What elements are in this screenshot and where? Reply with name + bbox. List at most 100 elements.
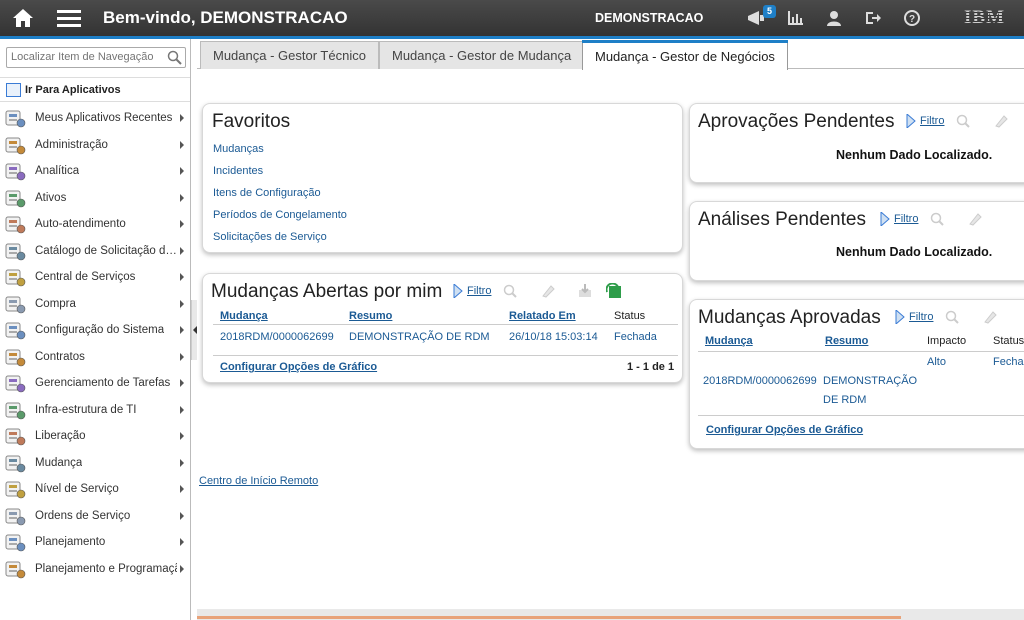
nav-search-input[interactable] [11,51,161,63]
sidebar-item-11[interactable]: Infra-estrutura de TI [0,397,190,424]
sidebar-item-4[interactable]: Auto-atendimento [0,211,190,238]
pending-reviews-filter-link[interactable]: Filtro [894,213,918,225]
sidebar-item-12[interactable]: Liberação [0,423,190,450]
row-impact[interactable]: Alto [927,356,946,368]
chevron-right-icon [180,485,184,493]
filter-arrow-icon [895,310,905,324]
fav-link-mudancas[interactable]: Mudanças [213,143,264,155]
search-icon[interactable] [954,112,972,130]
pending-approvals-card: Aprovações Pendentes Filtro Nenhum Dado … [689,103,1024,183]
fav-link-incidentes[interactable]: Incidentes [213,165,263,177]
tab-gestor-de-mudanca[interactable]: Mudança - Gestor de Mudança [379,41,585,69]
col-head-mudanca[interactable]: Mudança [220,310,268,322]
clear-filter-icon[interactable] [539,282,557,300]
sidebar-item-label: Central de Serviços [35,271,136,284]
row-change-id[interactable]: 2018RDM/0000062699 [220,331,334,343]
scheduling-icon [4,559,26,579]
open-changes-filter-link[interactable]: Filtro [467,285,491,297]
purchase-icon [4,294,26,314]
row-summary[interactable]: DEMONSTRAÇÃO DE RDM [349,331,490,343]
sidebar-item-3[interactable]: Ativos [0,185,190,212]
analytics-icon [4,161,26,181]
pending-approvals-toolbar: Filtro [906,112,1024,130]
approved-changes-card: Mudanças Aprovadas Filtro Mudança Resumo… [689,299,1024,449]
download-icon[interactable] [577,282,595,300]
clear-filter-icon[interactable] [992,112,1010,130]
clear-filter-icon[interactable] [966,210,984,228]
nav-search-box [6,47,186,68]
pending-reviews-toolbar: Filtro [880,210,1004,228]
search-icon[interactable] [943,308,961,326]
main-dashboard: Favoritos Mudanças Incidentes Itens de C… [197,70,1024,610]
col-head-resumo[interactable]: Resumo [825,335,868,347]
notifications-icon[interactable]: 5 [736,0,777,36]
svg-text:?: ? [908,14,914,25]
pending-reviews-title: Análises Pendentes [698,209,866,230]
sidebar-item-label: Catálogo de Solicitação de Serviço [35,244,177,257]
row-summary-line2[interactable]: DE RDM [823,394,866,406]
sidebar-item-1[interactable]: Administração [0,132,190,159]
go-to-apps-header[interactable]: Ir Para Aplicativos [0,77,190,102]
sidebar-item-13[interactable]: Mudança [0,450,190,477]
sidebar-item-label: Planejamento [35,536,106,549]
sidebar-item-14[interactable]: Nível de Serviço [0,476,190,503]
chevron-right-icon [180,379,184,387]
menu-icon[interactable] [49,0,89,36]
fav-link-periodos-congelamento[interactable]: Períodos de Congelamento [213,209,347,221]
fav-link-solicitacoes-servico[interactable]: Solicitações de Serviço [213,231,327,243]
filter-arrow-icon [906,114,916,128]
row-status[interactable]: Fecha [993,356,1024,368]
chevron-right-icon [180,511,184,520]
approved-changes-toolbar: Filtro [895,308,1019,326]
chevron-right-icon [180,273,184,281]
sidebar-item-0[interactable]: Meus Aplicativos Recentes [0,105,190,132]
tab-gestor-de-negocios[interactable]: Mudança - Gestor de Negócios [582,40,788,71]
row-change-id[interactable]: 2018RDM/0000062699 [703,375,817,387]
tab-bar: Mudança - Gestor Técnico Mudança - Gesto… [197,39,1024,71]
approved-changes-filter-link[interactable]: Filtro [909,311,933,323]
pending-reviews-empty: Nenhum Dado Localizado. [836,245,993,259]
tab-gestor-tecnico[interactable]: Mudança - Gestor Técnico [200,41,379,69]
col-head-status: Status [993,335,1024,347]
reports-icon[interactable] [775,0,814,36]
profile-icon[interactable] [814,0,853,36]
pending-approvals-title: Aprovações Pendentes [698,111,895,132]
configure-chart-link[interactable]: Configurar Opções de Gráfico [220,361,377,373]
approved-changes-title: Mudanças Aprovadas [698,307,881,328]
remote-start-center-link[interactable]: Centro de Início Remoto [199,475,318,487]
sidebar-item-5[interactable]: Catálogo de Solicitação de Serviço [0,238,190,265]
configure-chart-link[interactable]: Configurar Opções de Gráfico [706,424,863,436]
sidebar-item-15[interactable]: Ordens de Serviço [0,503,190,530]
col-head-resumo[interactable]: Resumo [349,310,392,322]
sidebar-item-16[interactable]: Planejamento [0,529,190,556]
search-icon[interactable] [928,210,946,228]
sidebar-item-2[interactable]: Analítica [0,158,190,185]
sidebar-item-7[interactable]: Compra [0,291,190,318]
search-icon[interactable] [501,282,519,300]
chevron-right-icon [180,246,184,255]
chevron-right-icon [180,458,184,467]
sign-out-icon[interactable] [853,0,892,36]
sidebar-item-9[interactable]: Contratos [0,344,190,371]
row-reported[interactable]: 26/10/18 15:03:14 [509,331,598,343]
release-icon [4,426,26,446]
sidebar-item-10[interactable]: Gerenciamento de Tarefas [0,370,190,397]
sidebar-item-8[interactable]: Configuração do Sistema [0,317,190,344]
chevron-right-icon [180,114,184,122]
sidebar-item-6[interactable]: Central de Serviços [0,264,190,291]
refresh-icon[interactable] [605,282,623,300]
row-status[interactable]: Fechada [614,331,657,343]
search-icon[interactable] [167,50,182,68]
pagination-text: 1 - 1 de 1 [627,361,675,373]
pending-approvals-filter-link[interactable]: Filtro [920,115,944,127]
user-name[interactable]: DEMONSTRACAO [595,11,703,25]
fav-link-itens-configuracao[interactable]: Itens de Configuração [213,187,321,199]
home-icon[interactable] [3,0,43,36]
col-head-status: Status [614,310,646,322]
help-icon[interactable]: ? [892,0,931,36]
clear-filter-icon[interactable] [981,308,999,326]
col-head-relatado-em[interactable]: Relatado Em [509,310,576,322]
sidebar-item-17[interactable]: Planejamento e Programação [0,556,190,583]
row-summary-line1[interactable]: DEMONSTRAÇÃO [823,375,917,387]
col-head-mudanca[interactable]: Mudança [705,335,753,347]
